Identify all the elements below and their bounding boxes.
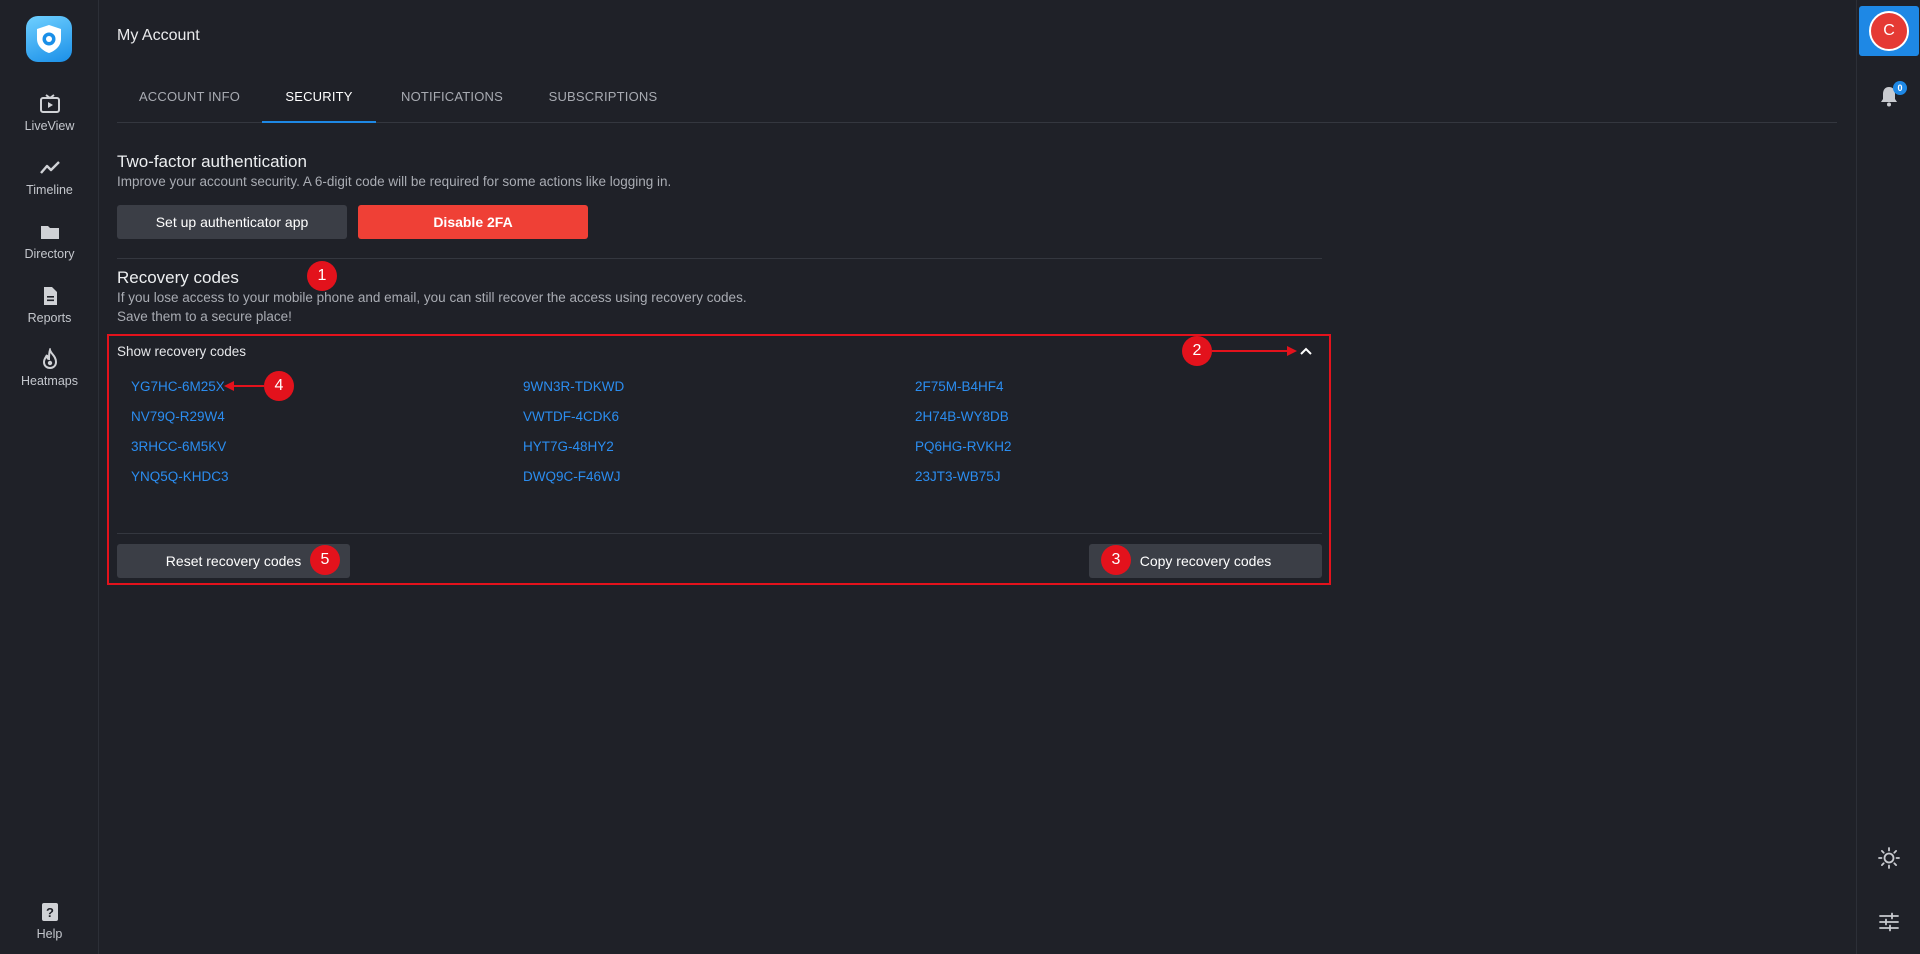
sidebar-item-label: Directory	[24, 247, 75, 261]
page-title: My Account	[117, 27, 200, 44]
recovery-divider	[117, 533, 1322, 534]
section-divider	[117, 258, 1322, 259]
sidebar-item-label: Help	[36, 927, 63, 941]
tab-security[interactable]: SECURITY	[262, 78, 376, 123]
recovery-code[interactable]: 2H74B-WY8DB	[915, 409, 1009, 424]
recovery-code[interactable]: YG7HC-6M25X	[131, 379, 225, 394]
twofa-title: Two-factor authentication	[117, 152, 307, 171]
recovery-code[interactable]: DWQ9C-F46WJ	[523, 469, 621, 484]
recovery-code[interactable]: 9WN3R-TDKWD	[523, 379, 624, 394]
folder-icon	[38, 220, 62, 244]
flame-icon	[38, 347, 62, 371]
sidebar-item-label: Timeline	[26, 183, 73, 197]
chevron-up-icon[interactable]	[1297, 342, 1315, 360]
tab-bar: ACCOUNT INFO SECURITY NOTIFICATIONS SUBS…	[117, 78, 1837, 123]
sidebar-item-help[interactable]: ? Help	[0, 900, 99, 954]
annotation-marker-5: 5	[310, 545, 340, 575]
recovery-code[interactable]: 2F75M-B4HF4	[915, 379, 1004, 394]
user-avatar-button[interactable]: C	[1859, 6, 1919, 56]
right-rail: C 0	[1856, 0, 1920, 954]
tab-subscriptions[interactable]: SUBSCRIPTIONS	[528, 78, 678, 123]
recovery-code[interactable]: VWTDF-4CDK6	[523, 409, 619, 424]
annotation-marker-3: 3	[1101, 545, 1131, 575]
sidebar-item-directory[interactable]: Directory	[0, 220, 99, 276]
disable-2fa-button[interactable]: Disable 2FA	[358, 205, 588, 239]
sidebar-item-reports[interactable]: Reports	[0, 284, 99, 340]
sidebar-item-label: Heatmaps	[21, 374, 78, 388]
avatar: C	[1869, 11, 1909, 51]
help-icon: ?	[38, 900, 62, 924]
sidebar-item-timeline[interactable]: Timeline	[0, 156, 99, 212]
document-icon	[38, 284, 62, 308]
tab-notifications[interactable]: NOTIFICATIONS	[376, 78, 528, 123]
sidebar-item-label: Reports	[27, 311, 72, 325]
left-sidebar: LiveView Timeline Directory Reports Heat	[0, 0, 99, 954]
app-root: LiveView Timeline Directory Reports Heat	[0, 0, 1920, 954]
tab-account-info[interactable]: ACCOUNT INFO	[117, 78, 262, 123]
recovery-code[interactable]: NV79Q-R29W4	[131, 409, 225, 424]
sidebar-item-label: LiveView	[24, 119, 75, 133]
annotation-arrowhead-2	[1287, 346, 1297, 356]
annotation-arrow-4	[232, 385, 264, 387]
app-logo-icon[interactable]	[26, 16, 72, 62]
trend-line-icon	[38, 156, 62, 180]
annotation-marker-1: 1	[307, 261, 337, 291]
sun-icon[interactable]	[1877, 846, 1901, 870]
notification-count-badge: 0	[1893, 81, 1907, 95]
show-recovery-codes-label[interactable]: Show recovery codes	[117, 344, 246, 359]
sidebar-item-liveview[interactable]: LiveView	[0, 92, 99, 148]
twofa-description: Improve your account security. A 6-digit…	[117, 174, 672, 189]
recovery-code[interactable]: 23JT3-WB75J	[915, 469, 1001, 484]
tv-play-icon	[38, 92, 62, 116]
annotation-arrow-2	[1212, 350, 1292, 352]
recovery-code[interactable]: PQ6HG-RVKH2	[915, 439, 1012, 454]
recovery-code[interactable]: YNQ5Q-KHDC3	[131, 469, 229, 484]
recovery-code[interactable]: HYT7G-48HY2	[523, 439, 614, 454]
recovery-description-line2: Save them to a secure place!	[117, 309, 292, 324]
annotation-arrowhead-4	[224, 381, 234, 391]
setup-authenticator-button[interactable]: Set up authenticator app	[117, 205, 347, 239]
annotation-marker-2: 2	[1182, 336, 1212, 366]
sliders-icon[interactable]	[1877, 910, 1901, 934]
recovery-title: Recovery codes	[117, 268, 239, 287]
recovery-code[interactable]: 3RHCC-6M5KV	[131, 439, 226, 454]
annotation-marker-4: 4	[264, 371, 294, 401]
svg-text:?: ?	[46, 905, 54, 920]
recovery-description-line1: If you lose access to your mobile phone …	[117, 290, 747, 305]
sidebar-item-heatmaps[interactable]: Heatmaps	[0, 347, 99, 403]
